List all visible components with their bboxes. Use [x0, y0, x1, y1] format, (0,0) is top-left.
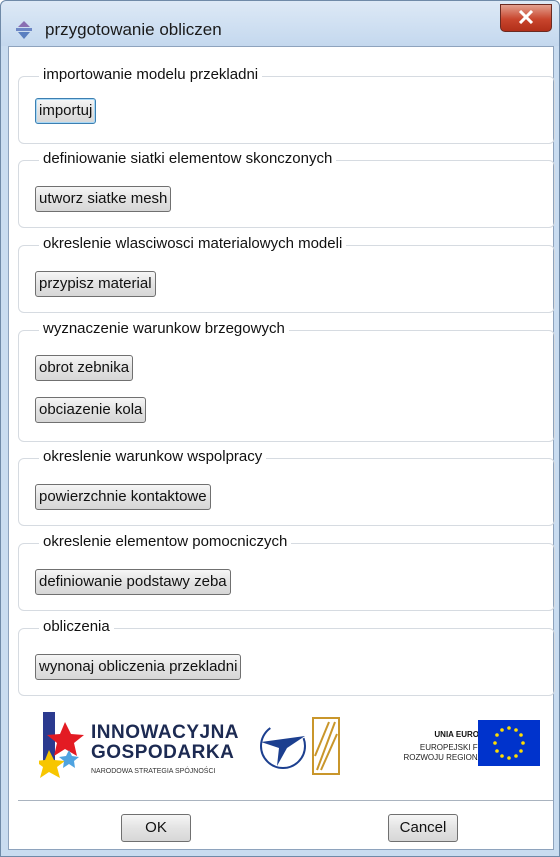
close-button[interactable]: [500, 4, 552, 32]
group-auxiliary: okreslenie elementow pomocniczych defini…: [18, 533, 555, 611]
wheel-load-button[interactable]: obciazenie kola: [35, 397, 147, 423]
group-import: importowanie modelu przekladni importuj: [18, 66, 555, 144]
eu-flag-icon: [478, 720, 540, 766]
import-button[interactable]: importuj: [35, 98, 97, 124]
group-mesh: definiowanie siatki elementow skonczonyc…: [18, 150, 555, 228]
innovative-economy-line1: INNOWACYJNA: [91, 722, 240, 743]
innovative-economy-logo-icon: [39, 712, 84, 778]
group-title: okreslenie wlasciwosci materialowych mod…: [39, 235, 347, 252]
group-title: okreslenie warunkow wspolpracy: [39, 448, 267, 465]
group-contact: okreslenie warunkow wspolpracy powierzch…: [18, 448, 555, 526]
group-title: importowanie modelu przekladni: [39, 66, 263, 83]
tooth-base-button[interactable]: definiowanie podstawy zeba: [35, 569, 231, 595]
app-icon: [16, 21, 32, 39]
group-title: wyznaczenie warunkow brzegowych: [39, 320, 289, 337]
ok-button[interactable]: OK: [121, 814, 191, 842]
group-title: obliczenia: [39, 618, 114, 635]
assign-material-button[interactable]: przypisz material: [35, 271, 156, 297]
group-title: definiowanie siatki elementow skonczonyc…: [39, 150, 337, 167]
innovative-economy-subtitle: NARODOWA STRATEGIA SPÓJNOŚCI: [91, 768, 216, 775]
title-bar[interactable]: przygotowanie obliczen: [1, 1, 559, 46]
group-calculations: obliczenia wynonaj obliczenia przekladni: [18, 618, 555, 696]
close-icon: [518, 10, 534, 24]
group-title: okreslenie elementow pomocniczych: [39, 533, 292, 550]
innovative-economy-line2: GOSPODARKA: [91, 742, 235, 763]
create-mesh-button[interactable]: utworz siatke mesh: [35, 186, 172, 212]
dialog-window: przygotowanie obliczen importowanie mode…: [0, 0, 560, 857]
run-calculations-button[interactable]: wynonaj obliczenia przekladni: [35, 654, 242, 680]
funding-banner: INNOWACYJNA GOSPODARKA NARODOWA STRATEGI…: [36, 702, 544, 790]
group-material: okreslenie wlasciwosci materialowych mod…: [18, 235, 555, 313]
group-boundary-conditions: wyznaczenie warunkow brzegowych obrot ze…: [18, 320, 555, 442]
window-title: przygotowanie obliczen: [45, 20, 222, 39]
pinion-rotation-button[interactable]: obrot zebnika: [35, 355, 134, 381]
contact-surfaces-button[interactable]: powierzchnie kontaktowe: [35, 484, 211, 510]
footer-divider: [18, 800, 553, 802]
aviation-logo-icon: [260, 723, 306, 769]
cancel-button[interactable]: Cancel: [388, 814, 458, 842]
